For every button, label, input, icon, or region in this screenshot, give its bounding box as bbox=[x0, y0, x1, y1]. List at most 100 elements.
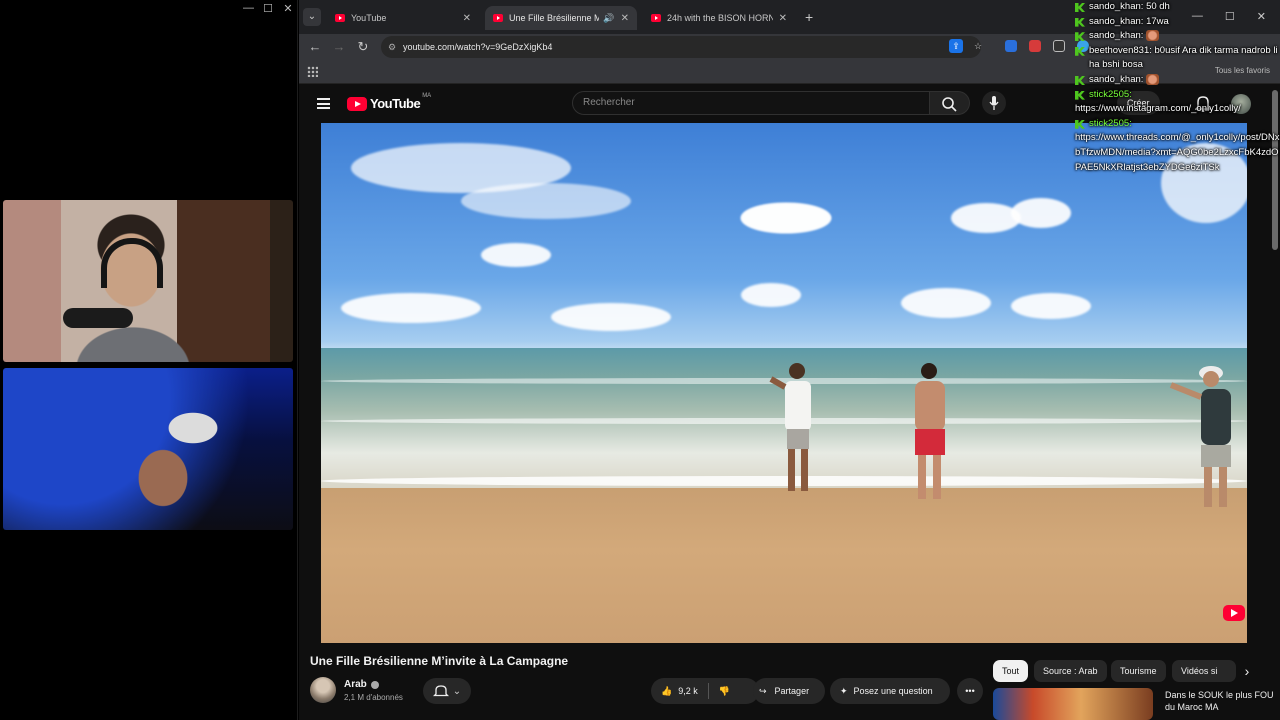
chat-message: sando_khan: bbox=[1073, 73, 1280, 88]
ask-question-label: Posez une question bbox=[853, 686, 933, 696]
cloud bbox=[1011, 198, 1071, 228]
tab-title: YouTube bbox=[351, 13, 387, 23]
chat-message: sando_khan: bbox=[1073, 29, 1280, 44]
chat-message: beethoven831: b0usif Ara dik tarma nadro… bbox=[1073, 44, 1280, 73]
maximize-icon[interactable]: ☐ bbox=[263, 2, 273, 15]
chat-text: 17wa bbox=[1146, 15, 1169, 27]
chat-message: stick2505: https://www.instagram.com/_on… bbox=[1073, 88, 1280, 117]
chevron-right-icon[interactable]: › bbox=[1237, 660, 1257, 682]
youtube-favicon-icon bbox=[493, 14, 503, 22]
search-icon bbox=[942, 97, 957, 112]
cloud bbox=[1011, 293, 1091, 319]
stream-chat-overlay: sando_khan: 50 dh sando_khan: 17wa sando_k… bbox=[1073, 0, 1280, 175]
kick-badge-icon bbox=[1075, 32, 1085, 42]
new-tab-icon[interactable]: + bbox=[805, 9, 813, 25]
webcam-streamer bbox=[3, 200, 293, 362]
bookmark-star-icon[interactable]: ☆ bbox=[971, 39, 985, 53]
minimize-icon[interactable]: — bbox=[243, 2, 254, 15]
apps-grid-icon[interactable] bbox=[307, 66, 318, 77]
kick-badge-icon bbox=[1075, 119, 1085, 129]
chat-text: https://www.instagram.com/_only1colly/ bbox=[1075, 103, 1241, 115]
ask-question-button[interactable]: ✦ Posez une question bbox=[830, 678, 950, 704]
site-info-icon[interactable]: ⚙ bbox=[388, 36, 396, 58]
voice-search-button[interactable] bbox=[982, 91, 1006, 115]
close-tab-icon[interactable]: ✕ bbox=[621, 13, 629, 24]
microphone-graphic bbox=[63, 308, 133, 328]
video-player[interactable] bbox=[321, 123, 1247, 643]
youtube-logo[interactable]: YouTube MA bbox=[347, 93, 432, 111]
subscriber-count: 2,1 M d'abonnés bbox=[344, 693, 403, 702]
chat-username: sando_khan: bbox=[1089, 73, 1144, 85]
cloud bbox=[901, 288, 991, 318]
webcam-guest bbox=[3, 368, 293, 530]
thumbs-up-icon[interactable]: 👍 bbox=[661, 686, 672, 697]
cloud bbox=[481, 243, 551, 267]
chip-similar-videos[interactable]: Vidéos si bbox=[1172, 660, 1236, 682]
address-url: youtube.com/watch?v=9GeDzXigKb4 bbox=[403, 42, 553, 52]
share-button[interactable]: ↪ Partager bbox=[753, 678, 825, 704]
thumbs-down-icon[interactable]: 👎 bbox=[719, 686, 730, 697]
kick-badge-icon bbox=[1075, 17, 1085, 27]
chat-username: sando_khan: bbox=[1089, 1, 1144, 12]
speaker-icon[interactable]: 🔊 bbox=[603, 13, 614, 24]
channel-name[interactable]: Arab bbox=[344, 679, 367, 690]
youtube-watermark-icon[interactable] bbox=[1223, 605, 1245, 621]
cloud bbox=[551, 303, 671, 331]
subscription-bell-button[interactable]: ⌄ bbox=[423, 678, 471, 704]
tab-youtube-home[interactable]: YouTube ✕ bbox=[327, 6, 479, 30]
tab-title: Une Fille Brésilienne M'invite bbox=[509, 13, 600, 23]
more-actions-button[interactable]: ••• bbox=[957, 678, 983, 704]
like-count[interactable]: 9,2 k bbox=[678, 686, 698, 696]
extension-icon[interactable] bbox=[1053, 40, 1065, 52]
chevron-down-icon: ⌄ bbox=[452, 685, 462, 697]
headset-graphic bbox=[101, 238, 163, 288]
youtube-play-icon bbox=[347, 96, 367, 111]
recommended-title[interactable]: Dans le SOUK le plus FOU du Maroc MA bbox=[1165, 689, 1275, 713]
more-horizontal-icon: ••• bbox=[965, 686, 975, 696]
chip-source[interactable]: Source : Arab bbox=[1034, 660, 1107, 682]
menu-hamburger-icon[interactable] bbox=[317, 98, 330, 109]
like-dislike-group: 👍 9,2 k 👎 bbox=[651, 678, 759, 704]
forward-arrow-icon[interactable]: → bbox=[331, 39, 347, 54]
chip-tourism[interactable]: Tourisme bbox=[1111, 660, 1166, 682]
address-bar[interactable]: ⚙ youtube.com/watch?v=9GeDzXigKb4 bbox=[381, 36, 981, 58]
video-title: Une Fille Brésilienne M’invite à La Camp… bbox=[310, 654, 569, 668]
country-code: MA bbox=[422, 93, 432, 99]
search-input[interactable]: Rechercher bbox=[572, 91, 930, 115]
chat-message: stick2505: https://www.threads.com/@_onl… bbox=[1073, 117, 1280, 175]
tab-search-button[interactable]: ⌄ bbox=[303, 8, 321, 26]
chat-text: 50 dh bbox=[1146, 1, 1170, 12]
kick-badge-icon bbox=[1075, 3, 1085, 12]
recommended-thumbnail[interactable] bbox=[993, 688, 1153, 720]
close-icon[interactable]: ✕ bbox=[283, 2, 293, 15]
extension-icon[interactable] bbox=[1029, 40, 1041, 52]
close-tab-icon[interactable]: ✕ bbox=[779, 13, 787, 24]
youtube-favicon-icon bbox=[651, 14, 661, 22]
chat-message: sando_khan: 50 dh bbox=[1073, 0, 1280, 15]
reload-icon[interactable]: ↻ bbox=[355, 39, 371, 55]
chat-username: stick2505: bbox=[1089, 117, 1132, 129]
microphone-icon bbox=[989, 96, 999, 110]
chip-all[interactable]: Tout bbox=[993, 660, 1029, 682]
window-controls: — ☐ ✕ bbox=[243, 2, 293, 15]
verified-badge-icon bbox=[371, 681, 379, 689]
chat-emote-icon bbox=[1146, 30, 1160, 42]
close-tab-icon[interactable]: ✕ bbox=[463, 13, 471, 24]
tab-bison-horn-video[interactable]: 24h with the BISON HORN Tribe ✕ bbox=[643, 6, 795, 30]
chat-message: sando_khan: 17wa bbox=[1073, 15, 1280, 30]
extension-icon[interactable] bbox=[1005, 40, 1017, 52]
cloud bbox=[741, 283, 801, 307]
sparkle-icon: ✦ bbox=[840, 685, 848, 696]
cloud bbox=[461, 183, 631, 219]
chat-username: sando_khan: bbox=[1089, 15, 1144, 27]
search-button[interactable] bbox=[930, 91, 970, 115]
cloud bbox=[741, 203, 831, 233]
cloud bbox=[951, 203, 1021, 233]
divider bbox=[707, 683, 709, 699]
cast-icon[interactable]: ⇪ bbox=[949, 39, 963, 53]
tab-current-video[interactable]: Une Fille Brésilienne M'invite 🔊 ✕ bbox=[485, 6, 637, 30]
chat-emote-icon bbox=[1146, 73, 1160, 85]
channel-avatar[interactable] bbox=[310, 677, 336, 703]
kick-badge-icon bbox=[1075, 46, 1085, 56]
back-arrow-icon[interactable]: ← bbox=[307, 39, 323, 54]
